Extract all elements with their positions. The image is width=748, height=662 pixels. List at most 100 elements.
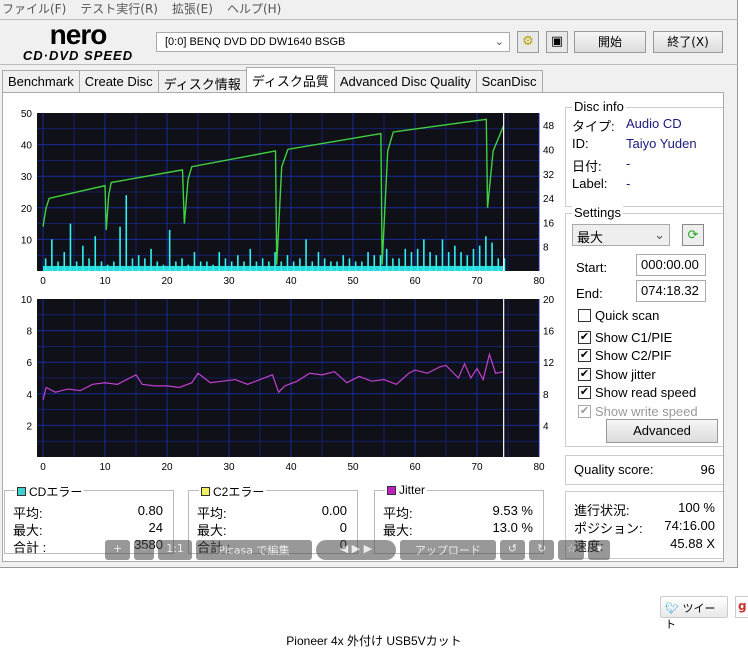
c1-bar xyxy=(206,261,208,271)
menu-help[interactable]: ヘルプ(H) xyxy=(227,0,281,18)
c1-bar xyxy=(330,261,332,271)
progress-value: 74:16.00 xyxy=(664,518,715,533)
c1-bar xyxy=(181,258,183,271)
rotate-right-button[interactable]: ↻ xyxy=(529,540,555,560)
c1-bar xyxy=(199,261,202,271)
zoom-out-button[interactable]: - xyxy=(134,540,155,560)
progress-row: 進行状況: 100 % xyxy=(574,500,715,519)
c1-bar xyxy=(88,258,90,271)
c1-bar xyxy=(268,261,270,271)
chevron-down-icon: ▾ xyxy=(596,542,602,555)
save-button[interactable]: ▣ xyxy=(546,31,568,53)
progress-value: 100 % xyxy=(678,500,715,515)
checkbox-box: ✔ xyxy=(578,330,591,344)
disc-info-key: ID: xyxy=(572,136,589,151)
advanced-button[interactable]: Advanced xyxy=(606,419,718,443)
c1-bar xyxy=(150,248,152,271)
end-input[interactable]: 074:18.32 xyxy=(636,280,706,302)
progress-row: ポジション: 74:16.00 xyxy=(574,518,715,537)
zoom-in-button[interactable]: + xyxy=(105,540,131,560)
checkbox-show-c1-pie[interactable]: ✔ Show C1/PIE xyxy=(578,330,672,345)
settings-group: Settings 最大 ⌄ ⟳ Start: 000:00.00 End: 074… xyxy=(565,205,723,447)
progress-key: 進行状況: xyxy=(574,503,630,518)
stats-legend: CDエラー xyxy=(15,483,85,500)
checkbox-show-write-speed: ✔ Show write speed xyxy=(578,404,698,419)
y-left-tick-label: 40 xyxy=(21,141,33,152)
checkbox-show-read-speed[interactable]: ✔ Show read speed xyxy=(578,385,696,400)
slideshow-play-button[interactable]: ◀ ▶ ▶ xyxy=(315,540,396,560)
c1-bar xyxy=(429,252,431,271)
google-plus-button[interactable]: g xyxy=(735,596,748,618)
checkbox-quick-scan[interactable]: Quick scan xyxy=(578,308,659,323)
start-button[interactable]: 開始 xyxy=(574,31,646,53)
y-left-tick-label: 8 xyxy=(26,327,32,338)
tab-create-disc[interactable]: Create Disc xyxy=(78,70,159,92)
y-right-tick-label: 20 xyxy=(543,295,555,306)
c1-bar xyxy=(243,261,245,271)
c1-bar xyxy=(137,255,140,271)
tweet-button[interactable]: 🐦︎ ツイート xyxy=(660,596,728,631)
c1-bar xyxy=(292,261,295,271)
menu-file[interactable]: ファイル(F) xyxy=(2,0,66,18)
c1-bar xyxy=(435,255,438,271)
c1-bar xyxy=(441,239,444,271)
c1-bar xyxy=(82,245,84,271)
start-input[interactable]: 000:00.00 xyxy=(636,254,706,276)
tab-benchmark[interactable]: Benchmark xyxy=(2,70,80,92)
checkbox-label: Quick scan xyxy=(595,308,660,323)
settings-title: Settings xyxy=(572,205,623,220)
c1-bar xyxy=(361,261,363,271)
checkbox-show-c2-pif[interactable]: ✔ Show C2/PIF xyxy=(578,348,672,363)
y-right-tick-label: 8 xyxy=(543,390,549,401)
disc-info-value: - xyxy=(626,176,631,191)
tab-advanced-disc-quality[interactable]: Advanced Disc Quality xyxy=(333,70,477,92)
speed-select[interactable]: 最大 ⌄ xyxy=(572,224,670,246)
legend-swatch xyxy=(201,487,210,496)
c1-bar xyxy=(416,248,419,271)
c1-bar xyxy=(423,239,425,271)
drive-value: [0:0] BENQ DVD DD DW1640 BSGB xyxy=(165,36,346,48)
menu-extension[interactable]: 拡張(E) xyxy=(172,0,213,18)
rotate-left-button[interactable]: ↺ xyxy=(499,540,526,560)
drive-select[interactable]: [0:0] BENQ DVD DD DW1640 BSGB ⌄ xyxy=(156,32,510,52)
c1-bar xyxy=(168,229,171,271)
picasa-edit-button[interactable]: Picasa で編集 xyxy=(195,540,312,560)
exit-button[interactable]: 終了(X) xyxy=(653,31,723,53)
more-button[interactable]: ▾ xyxy=(588,540,610,560)
c1-bar xyxy=(156,261,159,271)
speed-value: 最大 xyxy=(577,230,604,245)
eject-refresh-button[interactable]: ⚙ xyxy=(517,31,539,53)
stats-legend: C2エラー xyxy=(199,483,267,500)
y-left-tick-label: 30 xyxy=(21,172,33,183)
c1-bar xyxy=(255,261,258,271)
c1-bar xyxy=(485,236,487,271)
checkbox-box: ✔ xyxy=(578,367,591,381)
c1-bar xyxy=(237,255,239,271)
c1-bar xyxy=(348,258,351,271)
tab-scandisc[interactable]: ScanDisc xyxy=(475,70,543,92)
x-tick-label: 10 xyxy=(99,276,111,287)
menu-test[interactable]: テスト実行(R) xyxy=(80,0,158,18)
tab-disc-info[interactable]: ディスク情報 xyxy=(157,70,247,92)
image-caption: Pioneer 4x 外付け USB5Vカット xyxy=(286,634,462,648)
refresh-button[interactable]: ⟳ xyxy=(682,224,704,246)
upload-button[interactable]: アップロード xyxy=(399,540,496,560)
c1-bar xyxy=(336,261,338,271)
stats-key: 合計 : xyxy=(13,540,47,555)
star-button[interactable]: ☆ xyxy=(558,540,585,560)
y-right-tick-label: 48 xyxy=(543,121,555,132)
divider xyxy=(0,19,738,20)
c1-bar xyxy=(274,252,276,271)
stats-title: CDエラー xyxy=(29,485,83,499)
c1-bar xyxy=(286,255,289,271)
actual-size-button[interactable]: 1:1 xyxy=(158,540,192,560)
c1-bar xyxy=(323,258,326,271)
refresh-icon: ⟳ xyxy=(687,227,699,242)
y-right-tick-label: 8 xyxy=(543,243,549,254)
c1-speed-chart: 0 10 20 30 40 50 60 70 80 10 20 30 40 50 8 16 24 32 40 48 xyxy=(21,109,555,287)
x-tick-label: 30 xyxy=(223,276,235,287)
stats-title: C2エラー xyxy=(213,485,265,499)
checkbox-show-jitter[interactable]: ✔ Show jitter xyxy=(578,367,656,382)
quality-score-label: Quality score: xyxy=(574,462,654,477)
tab-disc-quality[interactable]: ディスク品質 xyxy=(245,67,335,92)
